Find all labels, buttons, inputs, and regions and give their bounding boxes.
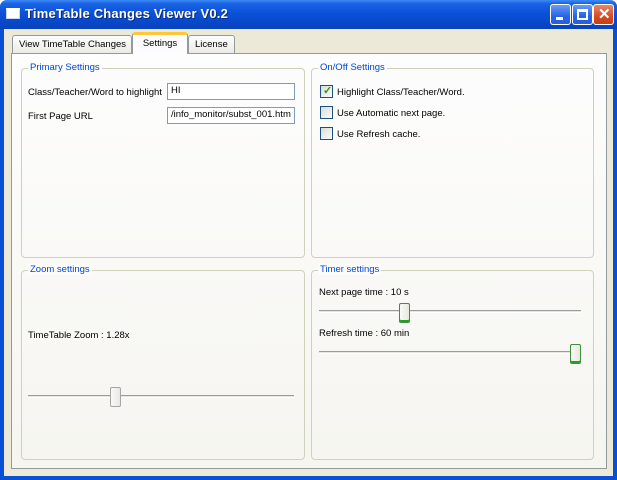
zoom-settings-group: Zoom settings TimeTable Zoom : 1.28x [21, 264, 305, 460]
zoom-slider-track[interactable] [28, 395, 294, 398]
title-bar[interactable]: TimeTable Changes Viewer V0.2 ✕ [0, 0, 617, 29]
tab-view-timetable-changes[interactable]: View TimeTable Changes [12, 35, 132, 53]
tab-license[interactable]: License [188, 35, 235, 53]
window-title: TimeTable Changes Viewer V0.2 [25, 6, 229, 21]
primary-settings-group: Primary Settings Class/Teacher/Word to h… [21, 62, 305, 258]
maximize-button[interactable] [572, 4, 593, 25]
minimize-icon [556, 17, 563, 20]
highlight-label: Class/Teacher/Word to highlight [28, 87, 162, 98]
maximize-icon [577, 9, 588, 20]
first-page-url-input[interactable]: /info_monitor/subst_001.htm [167, 107, 295, 124]
zoom-label: TimeTable Zoom : 1.28x [28, 330, 130, 341]
app-icon [6, 8, 20, 19]
close-button[interactable]: ✕ [593, 4, 614, 25]
refresh-cache-checkbox[interactable] [320, 127, 333, 140]
window-client-area: View TimeTable Changes Settings License … [4, 29, 613, 476]
timer-settings-title: Timer settings [318, 264, 382, 275]
onoff-settings-group: On/Off Settings ✓ Highlight Class/Teache… [311, 62, 594, 258]
onoff-settings-title: On/Off Settings [318, 62, 387, 73]
close-icon: ✕ [598, 6, 611, 23]
refresh-time-label: Refresh time : 60 min [319, 328, 410, 339]
next-page-time-label: Next page time : 10 s [319, 287, 409, 298]
minimize-button[interactable] [550, 4, 571, 25]
highlight-checkbox[interactable]: ✓ [320, 85, 333, 98]
window-frame-bottom [0, 476, 617, 480]
timer-settings-group: Timer settings Next page time : 10 s Ref… [311, 264, 594, 460]
refresh-slider-thumb[interactable] [570, 344, 581, 364]
automatic-next-page-label[interactable]: Use Automatic next page. [337, 108, 445, 119]
zoom-settings-title: Zoom settings [28, 264, 92, 275]
first-page-url-label: First Page URL [28, 111, 93, 122]
tab-settings[interactable]: Settings [132, 32, 188, 54]
refresh-cache-label[interactable]: Use Refresh cache. [337, 129, 420, 140]
automatic-next-page-checkbox[interactable] [320, 106, 333, 119]
next-page-slider-thumb[interactable] [399, 303, 411, 323]
next-page-slider-track[interactable] [319, 310, 581, 313]
settings-panel: Primary Settings Class/Teacher/Word to h… [11, 53, 607, 469]
primary-settings-title: Primary Settings [28, 62, 102, 73]
application-window: TimeTable Changes Viewer V0.2 ✕ View Tim… [0, 0, 617, 480]
zoom-slider-thumb[interactable] [109, 387, 121, 407]
checkmark-icon: ✓ [323, 85, 333, 97]
refresh-slider-track[interactable] [319, 351, 581, 354]
highlight-checkbox-label[interactable]: Highlight Class/Teacher/Word. [337, 87, 465, 98]
highlight-input[interactable]: HI [167, 83, 295, 100]
